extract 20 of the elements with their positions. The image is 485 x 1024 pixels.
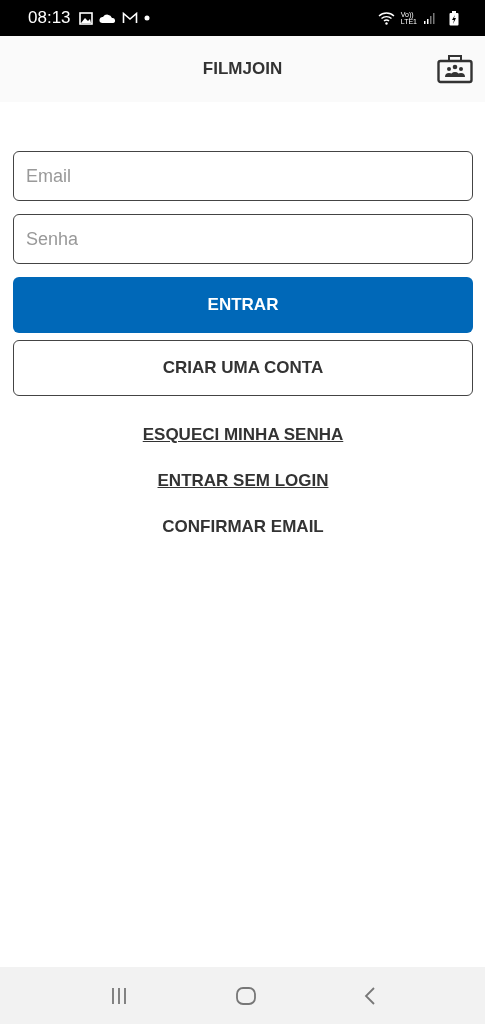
cloud-icon	[98, 12, 116, 24]
image-icon	[78, 11, 93, 25]
home-icon[interactable]	[235, 986, 256, 1005]
status-time: 08:13	[28, 8, 71, 28]
wifi-icon	[377, 11, 395, 25]
input-field[interactable]: Senha	[13, 214, 473, 264]
signal-icon	[423, 12, 435, 24]
recent-apps-icon[interactable]	[109, 986, 128, 1005]
back-icon[interactable]	[363, 986, 376, 1005]
text-link[interactable]: ENTRAR SEM LOGIN	[157, 471, 329, 491]
group-icon[interactable]	[437, 54, 473, 84]
mail-icon	[121, 12, 138, 24]
input-field[interactable]: Email	[13, 151, 473, 201]
app-title: FILMJOIN	[202, 59, 283, 79]
create-account-button[interactable]: CRIAR UMA CONTA	[13, 340, 473, 396]
text-link[interactable]: ESQUECI MINHA SENHA	[142, 425, 344, 445]
login-button[interactable]: ENTRAR	[13, 277, 473, 333]
dot-icon	[143, 15, 150, 21]
text-link[interactable]: CONFIRMAR EMAIL	[162, 517, 324, 537]
battery-icon	[449, 10, 459, 26]
